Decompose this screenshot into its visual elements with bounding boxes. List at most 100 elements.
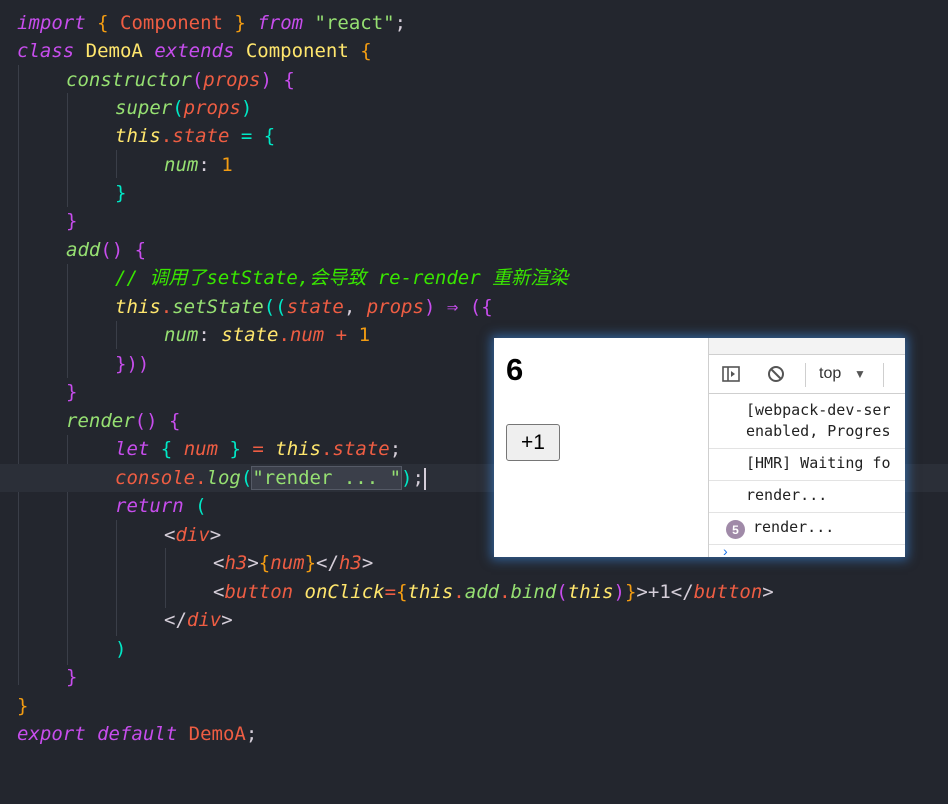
increment-button[interactable]: +1: [506, 424, 560, 461]
keyword: class: [17, 40, 75, 62]
method-name: bind: [510, 581, 557, 603]
semicolon: ;: [412, 467, 424, 489]
variable: console: [115, 467, 196, 489]
paren: ): [423, 296, 436, 318]
console-message: 5 render...: [709, 513, 905, 545]
method-name: log: [206, 467, 241, 489]
devtools-panel: top ▼ [webpack-dev-ser enabled, Progres …: [708, 338, 905, 557]
paren: (): [134, 410, 158, 432]
dot: .: [453, 581, 465, 603]
operator: =: [384, 581, 397, 603]
function-name: constructor: [66, 69, 192, 91]
brace: {: [263, 125, 276, 147]
tag-bracket: <: [213, 552, 225, 574]
app-viewport: 6 +1: [494, 338, 708, 557]
clear-console-icon[interactable]: [766, 364, 786, 384]
console-message: [HMR] Waiting fo: [709, 449, 905, 481]
keyword: extends: [154, 40, 235, 62]
console-prompt-icon[interactable]: ›: [723, 543, 728, 557]
jsx-tag: div: [175, 524, 210, 546]
paren: ): [613, 581, 625, 603]
tag-bracket: >: [221, 609, 233, 631]
paren: ): [401, 467, 413, 489]
method-name: add: [464, 581, 500, 603]
paren: ): [115, 638, 127, 660]
code-line: ): [0, 635, 948, 663]
brace: {: [360, 40, 372, 62]
counter-heading: 6: [506, 352, 524, 387]
this-keyword: this: [115, 296, 161, 318]
tag-bracket: >: [247, 552, 259, 574]
paren: (: [556, 581, 568, 603]
paren: (): [100, 239, 124, 261]
dot: .: [160, 296, 173, 318]
jsx-tag: div: [186, 609, 222, 631]
context-selector[interactable]: top: [819, 365, 841, 383]
tag-bracket: </: [670, 581, 694, 603]
code-line: constructor(props) {: [0, 66, 948, 94]
text-cursor: [423, 467, 426, 490]
dot: .: [499, 581, 511, 603]
paren: ): [260, 69, 272, 91]
console-message-text: render...: [746, 486, 828, 504]
tag-bracket: >: [209, 524, 222, 546]
keyword: from: [257, 12, 304, 34]
function-name: add: [66, 239, 101, 261]
class-name: DemoA: [85, 40, 143, 62]
jsx-tag: button: [693, 581, 763, 603]
code-line: }: [0, 692, 948, 720]
jsx-tag: h3: [224, 552, 248, 574]
tag-bracket: >: [636, 581, 648, 603]
keyword: import: [17, 12, 86, 34]
code-line: export default DemoA;: [0, 720, 948, 748]
operator: +: [335, 324, 348, 346]
dot: .: [278, 324, 290, 346]
property: state: [332, 438, 390, 460]
colon: :: [198, 154, 210, 176]
brace: }: [66, 210, 78, 232]
brace: }: [624, 581, 637, 603]
keyword: let: [115, 438, 150, 460]
tag-bracket: <: [213, 581, 225, 603]
number-literal: 1: [358, 324, 371, 346]
operator: =: [240, 125, 253, 147]
parameter: props: [366, 296, 424, 318]
code-line: this.state = {: [0, 122, 948, 150]
number-literal: 1: [221, 154, 233, 176]
toggle-sidebar-icon[interactable]: [721, 364, 741, 384]
dot: .: [160, 125, 173, 147]
code-line: super(props): [0, 94, 948, 122]
code-line: // 调用了setState,会导致 re-render 重新渲染: [0, 264, 948, 292]
class-name: Component: [245, 40, 349, 62]
comma: ,: [343, 296, 356, 318]
console-message: [webpack-dev-ser enabled, Progres: [709, 394, 905, 449]
property: num: [289, 324, 325, 346]
brace: }: [229, 438, 241, 460]
paren: ((: [263, 296, 287, 318]
jsx-tag: h3: [338, 552, 362, 574]
console-toolbar: top ▼: [709, 355, 905, 394]
repeat-count-badge: 5: [726, 520, 745, 539]
code-line: }: [0, 663, 948, 691]
code-comment: // 调用了setState,会导致 re-render 重新渲染: [115, 267, 569, 289]
paren: (: [195, 495, 207, 517]
keyword: export: [17, 723, 86, 745]
brace: {: [160, 438, 173, 460]
code-line: <button onClick={this.add.bind(this)}>+1…: [0, 578, 948, 606]
brace: }: [66, 381, 78, 403]
brace: {: [168, 410, 181, 432]
brace: {: [396, 581, 408, 603]
dropdown-arrow-icon[interactable]: ▼: [854, 367, 866, 381]
jsx-attribute: onClick: [304, 581, 385, 603]
brace: }: [66, 666, 78, 688]
toolbar-separator: [883, 363, 884, 387]
console-message: render...: [709, 481, 905, 513]
brace: {: [283, 69, 295, 91]
import-name: Component: [120, 12, 223, 34]
toolbar-separator: [805, 363, 806, 387]
keyword: return: [115, 495, 184, 517]
brace: }: [234, 12, 246, 34]
semicolon: ;: [389, 438, 402, 460]
code-line: import { Component } from "react";: [0, 9, 948, 37]
code-line: add() {: [0, 236, 948, 264]
